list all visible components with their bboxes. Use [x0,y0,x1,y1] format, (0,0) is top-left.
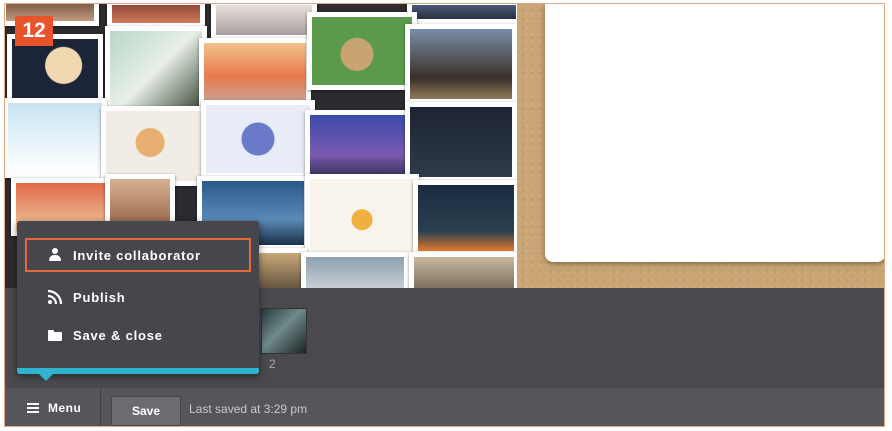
photo-thumbnail[interactable] [105,26,207,114]
popup-accent-bar [17,368,259,374]
user-icon [47,247,63,263]
hamburger-icon [27,403,39,413]
folder-icon [47,327,63,343]
bottom-toolbar: Menu Save Last saved at 3:29 pm [5,388,884,426]
menu-item-label: Save & close [73,327,163,343]
photo-thumbnail[interactable] [413,180,517,256]
photo-thumbnail[interactable] [199,38,311,108]
menu-button-label: Menu [48,401,82,415]
popup-pointer-arrow [39,374,53,381]
rss-icon [47,289,63,305]
photo-thumbnail[interactable] [107,4,205,28]
menu-item-save-and-close[interactable]: Save & close [25,318,251,352]
last-saved-status: Last saved at 3:29 pm [189,402,308,416]
photo-thumbnail[interactable] [405,24,517,104]
menu-item-label: Invite collaborator [73,247,201,263]
photo-thumbnail[interactable] [301,252,409,288]
step-number-badge: 12 [15,16,53,46]
photo-thumbnail[interactable] [405,102,517,182]
photo-thumbnail[interactable] [307,12,417,90]
photo-thumbnail[interactable] [201,100,315,178]
page-number-label: 2 [269,357,276,371]
photo-thumbnail[interactable] [5,98,107,178]
page-thumbnail[interactable] [261,308,307,354]
photo-thumbnail[interactable] [305,174,419,258]
photo-thumbnail[interactable] [211,4,317,40]
menu-item-invite-collaborator[interactable]: Invite collaborator [25,238,251,272]
photo-thumbnail[interactable] [407,4,517,24]
menu-item-publish[interactable]: Publish [25,280,251,314]
menu-button[interactable]: Menu [5,388,101,426]
save-button[interactable]: Save [111,396,181,426]
app-frame: 12 2 Menu Save Last saved at 3:29 pm Inv… [4,3,885,427]
menu-item-label: Publish [73,289,126,305]
photo-thumbnail[interactable] [409,252,517,288]
page-canvas[interactable] [545,4,884,262]
